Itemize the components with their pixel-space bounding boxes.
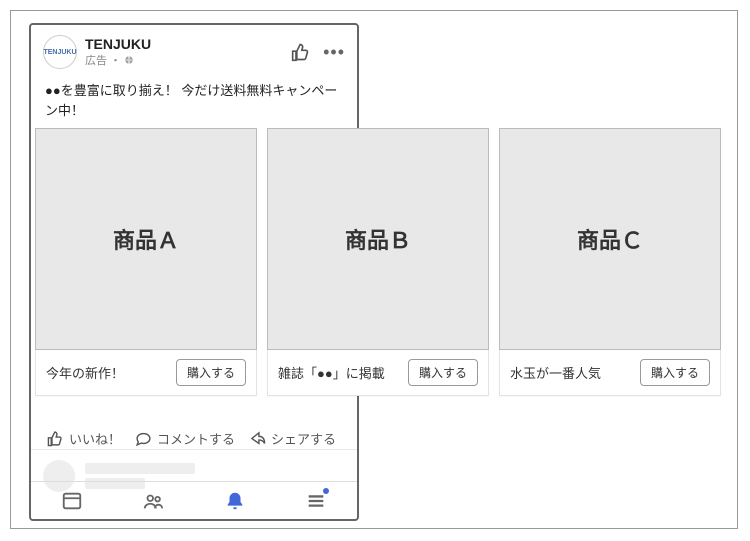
nav-friends[interactable] <box>113 482 195 519</box>
notification-dot-icon <box>323 488 329 494</box>
more-icon[interactable]: ••• <box>323 46 345 58</box>
cta-button[interactable]: 購入する <box>408 359 478 386</box>
cta-button[interactable]: 購入する <box>176 359 246 386</box>
product-image-placeholder[interactable]: 商品Ｃ <box>499 128 721 350</box>
bottom-nav <box>31 481 357 519</box>
like-icon[interactable] <box>291 42 311 62</box>
card-footer: 今年の新作！ 購入する <box>35 350 257 396</box>
post-body-text: ●●を豊富に取り揃え！ 今だけ送料無料キャンペーン中！ <box>31 73 357 130</box>
meta-separator: ・ <box>110 52 121 68</box>
header-text: TENJUKU 広告 ・ <box>85 36 291 68</box>
card-caption: 雑誌「●●」に掲載 <box>278 363 408 382</box>
skeleton-line <box>85 463 195 474</box>
nav-menu[interactable] <box>276 482 358 519</box>
mockup-canvas: TENJUKU TENJUKU 広告 ・ ••• ●●を豊富に取り揃え！ 今だけ… <box>10 10 738 529</box>
card-footer: 雑誌「●●」に掲載 購入する <box>267 350 489 396</box>
card-footer: 水玉が一番人気 購入する <box>499 350 721 396</box>
carousel-card[interactable]: 商品Ｂ 雑誌「●●」に掲載 購入する <box>267 128 489 396</box>
share-label: シェアする <box>271 429 336 448</box>
comment-label: コメントする <box>157 429 235 448</box>
product-image-placeholder[interactable]: 商品Ｂ <box>267 128 489 350</box>
sponsored-label: 広告 <box>85 52 107 68</box>
post-header: TENJUKU TENJUKU 広告 ・ ••• <box>31 25 357 73</box>
globe-icon <box>124 55 134 65</box>
carousel-card[interactable]: 商品Ａ 今年の新作！ 購入する <box>35 128 257 396</box>
header-actions: ••• <box>291 42 345 62</box>
like-label: いいね！ <box>69 429 121 448</box>
card-caption: 今年の新作！ <box>46 363 176 382</box>
carousel-card[interactable]: 商品Ｃ 水玉が一番人気 購入する <box>499 128 721 396</box>
ad-carousel[interactable]: 商品Ａ 今年の新作！ 購入する 商品Ｂ 雑誌「●●」に掲載 購入する 商品Ｃ 水… <box>35 128 721 396</box>
nav-feed[interactable] <box>31 482 113 519</box>
card-caption: 水玉が一番人気 <box>510 363 640 382</box>
like-button[interactable]: いいね！ <box>43 427 125 450</box>
product-image-placeholder[interactable]: 商品Ａ <box>35 128 257 350</box>
post-meta: 広告 ・ <box>85 52 291 68</box>
page-name[interactable]: TENJUKU <box>85 36 291 52</box>
nav-notifications[interactable] <box>194 482 276 519</box>
comment-button[interactable]: コメントする <box>131 427 239 450</box>
page-avatar[interactable]: TENJUKU <box>43 35 77 69</box>
cta-button[interactable]: 購入する <box>640 359 710 386</box>
share-button[interactable]: シェアする <box>245 427 340 450</box>
